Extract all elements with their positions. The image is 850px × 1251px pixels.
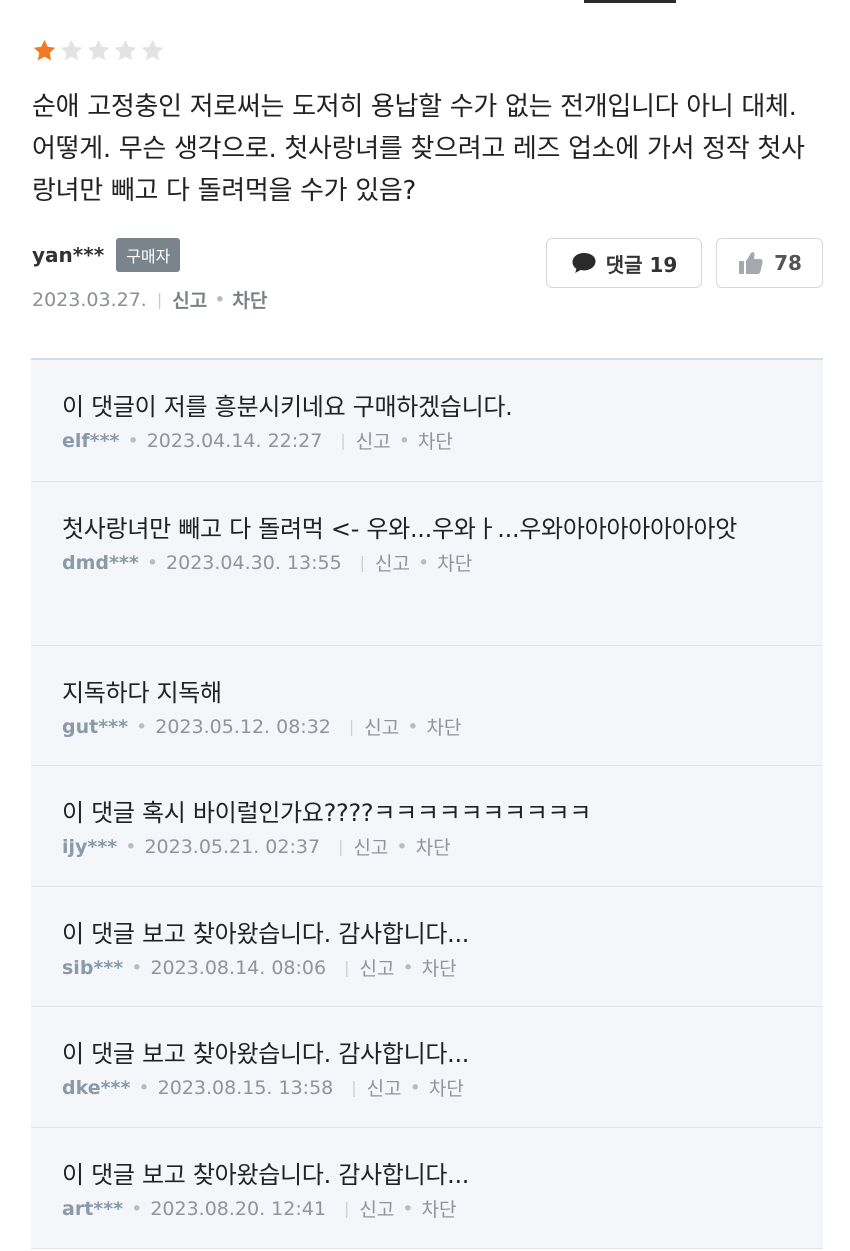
comment-report-button[interactable]: 신고	[364, 713, 399, 740]
comment-block-button[interactable]: 차단	[437, 549, 472, 576]
comment-meta: ijy*** • 2023.05.21. 02:37 | 신고 • 차단	[62, 833, 793, 860]
review-date: 2023.03.27.	[32, 288, 147, 311]
comment-meta: gut*** • 2023.05.12. 08:32 | 신고 • 차단	[62, 713, 793, 740]
star-filled-icon	[32, 38, 57, 66]
comment-user[interactable]: elf***	[62, 430, 119, 452]
comment-item: 이 댓글 보고 찾아왔습니다. 감사합니다... art*** • 2023.08.2…	[31, 1128, 823, 1249]
comment-report-button[interactable]: 신고	[367, 1074, 402, 1101]
thumbs-up-icon	[737, 249, 765, 277]
comment-block-button[interactable]: 차단	[426, 713, 461, 740]
dot-separator: •	[125, 835, 137, 858]
comments-button[interactable]: 댓글 19	[546, 238, 702, 288]
comment-user[interactable]: dke***	[62, 1077, 130, 1099]
dot-separator: •	[418, 551, 430, 574]
comment-text: 이 댓글 보고 찾아왔습니다. 감사합니다...	[62, 1040, 470, 1068]
dot-separator: •	[214, 288, 226, 311]
comment-text: 지독하다 지독해	[62, 679, 222, 707]
divider: |	[156, 290, 163, 309]
comment-item: 이 댓글 혹시 바이럴인가요????ㅋㅋㅋㅋㅋㅋㅋㅋㅋㅋ ijy*** • 2023.…	[31, 766, 823, 887]
review-text: 순애 고정충인 저로써는 도저히 용납할 수가 없는 전개입니다 아니 대체. …	[32, 92, 805, 206]
comment-block-button[interactable]: 차단	[429, 1074, 464, 1101]
author-line: yan*** 구매자	[32, 238, 822, 272]
like-count: 78	[774, 251, 802, 275]
comment-item: 이 댓글 보고 찾아왔습니다. 감사합니다... sib*** • 2023.08.1…	[31, 887, 823, 1007]
comment-datetime: 2023.08.15. 13:58	[157, 1076, 334, 1099]
dot-separator: •	[136, 715, 148, 738]
comment-meta: sib*** • 2023.08.14. 08:06 | 신고 • 차단	[62, 954, 793, 981]
comment-report-button[interactable]: 신고	[359, 1195, 394, 1222]
dot-separator: •	[138, 1076, 150, 1099]
dot-separator: •	[402, 956, 414, 979]
comment-meta: art*** • 2023.08.20. 12:41 | 신고 • 차단	[62, 1195, 793, 1222]
review-author[interactable]: yan***	[32, 243, 104, 267]
comment-item: 이 댓글 보고 찾아왔습니다. 감사합니다... dke*** • 2023.08.1…	[31, 1007, 823, 1128]
star-empty-icon	[86, 38, 111, 66]
star-empty-icon	[140, 38, 165, 66]
dot-separator: •	[407, 715, 419, 738]
divider: |	[340, 431, 346, 450]
dot-separator: •	[402, 1197, 414, 1220]
star-empty-icon	[113, 38, 138, 66]
comment-datetime: 2023.08.14. 08:06	[150, 956, 327, 979]
comment-block-button[interactable]: 차단	[418, 427, 453, 454]
comment-meta: elf*** • 2023.04.14. 22:27 | 신고 • 차단	[62, 427, 793, 454]
comment-meta: dke*** • 2023.08.15. 13:58 | 신고 • 차단	[62, 1074, 793, 1101]
dot-separator: •	[131, 1197, 143, 1220]
comment-block-button[interactable]: 차단	[422, 954, 457, 981]
comment-datetime: 2023.04.30. 13:55	[166, 551, 342, 574]
review-card: 순애 고정충인 저로써는 도저히 용납할 수가 없는 전개입니다 아니 대체. …	[32, 38, 823, 328]
comment-datetime: 2023.08.20. 12:41	[150, 1197, 326, 1220]
divider: |	[343, 1199, 350, 1218]
scroll-indicator	[584, 0, 676, 3]
divider: |	[348, 717, 355, 736]
comments-button-label: 댓글 19	[605, 252, 678, 277]
review-meta: yan*** 구매자 2023.03.27. | 신고 • 차단 댓글 19 7…	[32, 238, 823, 328]
comment-datetime: 2023.05.21. 02:37	[144, 835, 321, 858]
divider: |	[351, 1078, 357, 1097]
comment-user[interactable]: gut***	[62, 716, 128, 738]
comment-text: 첫사랑녀만 빼고 다 돌려먹 <- 우와...우와ㅏ...우와아아아아아아아앗	[62, 515, 738, 543]
comment-report-button[interactable]: 신고	[356, 427, 391, 454]
comment-report-button[interactable]: 신고	[359, 954, 394, 981]
comment-text: 이 댓글 혹시 바이럴인가요????ㅋㅋㅋㅋㅋㅋㅋㅋㅋㅋ	[62, 799, 592, 827]
review-date-line: 2023.03.27. | 신고 • 차단	[32, 286, 822, 313]
comment-user[interactable]: art***	[62, 1198, 123, 1220]
comment-user[interactable]: dmd***	[62, 552, 139, 574]
dot-separator: •	[396, 835, 408, 858]
comment-item: 지독하다 지독해 gut*** • 2023.05.12. 08:32 | 신고 • 차단	[31, 646, 823, 766]
comment-block-button[interactable]: 차단	[416, 833, 451, 860]
star-empty-icon	[59, 38, 84, 66]
comment-report-button[interactable]: 신고	[375, 549, 410, 576]
like-button[interactable]: 78	[716, 238, 823, 288]
comment-item: 이 댓글이 저를 흥분시키네요 구매하겠습니다. elf*** • 2023.04.1…	[31, 360, 823, 482]
comment-user[interactable]: ijy***	[62, 836, 117, 858]
speech-bubble-icon	[571, 251, 597, 275]
comment-text: 이 댓글 보고 찾아왔습니다. 감사합니다...	[62, 1161, 470, 1189]
report-button[interactable]: 신고	[172, 286, 207, 313]
star-rating	[32, 38, 822, 66]
comment-text: 이 댓글 보고 찾아왔습니다. 감사합니다...	[62, 920, 470, 948]
comment-meta: dmd*** • 2023.04.30. 13:55 | 신고 • 차단	[62, 549, 793, 576]
dot-separator: •	[398, 429, 410, 452]
dot-separator: •	[146, 551, 159, 574]
comment-datetime: 2023.04.14. 22:27	[146, 429, 323, 452]
comment-report-button[interactable]: 신고	[353, 833, 388, 860]
comment-block-button[interactable]: 차단	[422, 1195, 457, 1222]
comment-item: 첫사랑녀만 빼고 다 돌려먹 <- 우와...우와ㅏ...우와아아아아아아아앗 d…	[31, 482, 823, 646]
dot-separator: •	[127, 429, 139, 452]
comment-user[interactable]: sib***	[62, 957, 123, 979]
dot-separator: •	[409, 1076, 421, 1099]
comment-datetime: 2023.05.12. 08:32	[155, 715, 331, 738]
divider: |	[338, 837, 344, 856]
comments-list: 이 댓글이 저를 흥분시키네요 구매하겠습니다. elf*** • 2023.04.1…	[31, 358, 823, 1249]
comment-text: 이 댓글이 저를 흥분시키네요 구매하겠습니다.	[62, 393, 513, 421]
buyer-badge: 구매자	[116, 238, 181, 272]
divider: |	[359, 553, 366, 572]
dot-separator: •	[131, 956, 143, 979]
divider: |	[344, 958, 350, 977]
block-button[interactable]: 차단	[232, 286, 267, 313]
